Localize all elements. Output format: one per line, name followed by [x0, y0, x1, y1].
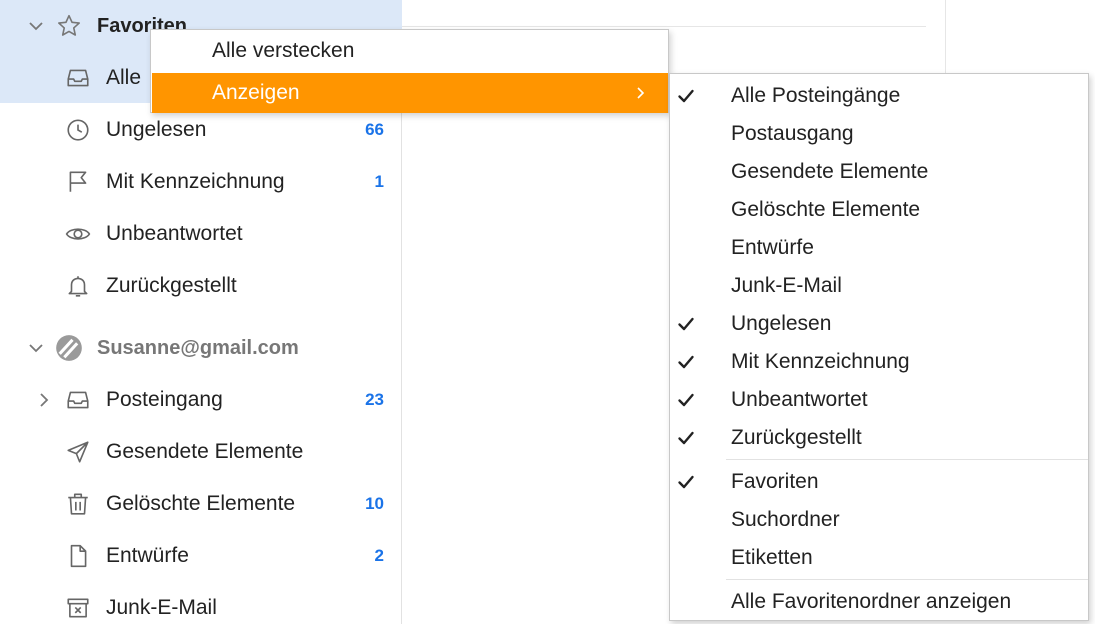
- submenu-item-label: Postausgang: [731, 122, 854, 145]
- show-submenu: Alle Posteingänge Postausgang Gesendete …: [669, 73, 1089, 621]
- sidebar-item-label: Gesendete Elemente: [106, 440, 304, 463]
- account-icon: [55, 334, 83, 362]
- inbox-count-badge: 23: [365, 390, 384, 409]
- sidebar-item-label: Gelöschte Elemente: [106, 492, 296, 515]
- sidebar-item-label: Mit Kennzeichnung: [106, 170, 285, 193]
- checkmark-icon: [676, 276, 696, 296]
- chevron-right-icon: [630, 83, 650, 103]
- menu-item-show[interactable]: Anzeigen: [152, 73, 668, 113]
- checkmark-icon: [676, 86, 696, 106]
- deleted-count-badge: 10: [365, 494, 384, 513]
- menu-item-label: Anzeigen: [212, 81, 300, 104]
- submenu-item-label: Entwürfe: [731, 236, 814, 259]
- checkmark-icon: [676, 592, 696, 612]
- submenu-item-search-folders[interactable]: Suchordner: [670, 501, 1088, 539]
- submenu-item-label: Mit Kennzeichnung: [731, 350, 910, 373]
- inbox-icon: [64, 386, 92, 414]
- submenu-item-favorites[interactable]: Favoriten: [670, 463, 1088, 501]
- menu-item-label: Alle verstecken: [212, 39, 355, 62]
- menu-item-hide-all[interactable]: Alle verstecken: [152, 31, 668, 71]
- checkmark-icon: [676, 200, 696, 220]
- submenu-item-labels[interactable]: Etiketten: [670, 539, 1088, 577]
- clock-icon: [64, 116, 92, 144]
- sidebar-item-deleted[interactable]: Gelöschte Elemente 10: [0, 478, 402, 530]
- group-account-label: Susanne@gmail.com: [97, 336, 299, 359]
- submenu-item-unanswered[interactable]: Unbeantwortet: [670, 381, 1088, 419]
- checkmark-icon: [676, 238, 696, 258]
- sidebar-item-label: Entwürfe: [106, 544, 189, 567]
- sidebar-item-inbox[interactable]: Posteingang 23: [0, 374, 402, 426]
- submenu-item-flagged[interactable]: Mit Kennzeichnung: [670, 343, 1088, 381]
- submenu-separator: [726, 579, 1088, 580]
- submenu-item-show-all-favorites[interactable]: Alle Favoritenordner anzeigen: [670, 583, 1088, 621]
- checkmark-icon: [676, 352, 696, 372]
- submenu-item-sent[interactable]: Gesendete Elemente: [670, 153, 1088, 191]
- submenu-item-all-inboxes[interactable]: Alle Posteingänge: [670, 77, 1088, 115]
- checkmark-icon: [676, 428, 696, 448]
- sidebar-item-label: Unbeantwortet: [106, 222, 243, 245]
- group-account[interactable]: Susanne@gmail.com: [0, 322, 402, 374]
- content-divider: [402, 26, 926, 27]
- checkmark-icon: [676, 510, 696, 530]
- sidebar-item-drafts[interactable]: Entwürfe 2: [0, 530, 402, 582]
- checkmark-icon: [676, 124, 696, 144]
- submenu-item-unread[interactable]: Ungelesen: [670, 305, 1088, 343]
- sidebar-item-label: Ungelesen: [106, 118, 207, 141]
- checkmark-icon: [676, 162, 696, 182]
- submenu-item-label: Gelöschte Elemente: [731, 198, 921, 221]
- document-icon: [64, 542, 92, 570]
- submenu-item-deleted[interactable]: Gelöschte Elemente: [670, 191, 1088, 229]
- sidebar-item-snoozed[interactable]: Zurückgestellt: [0, 260, 402, 312]
- submenu-item-label: Alle Favoritenordner anzeigen: [731, 590, 1012, 613]
- sidebar-item-label: Alle: [106, 66, 142, 89]
- bell-icon: [64, 272, 92, 300]
- submenu-item-label: Junk-E-Mail: [731, 274, 842, 297]
- sidebar-item-label: Junk-E-Mail: [106, 596, 217, 619]
- submenu-item-junk[interactable]: Junk-E-Mail: [670, 267, 1088, 305]
- submenu-item-snoozed[interactable]: Zurückgestellt: [670, 419, 1088, 457]
- chevron-down-icon[interactable]: [26, 338, 46, 358]
- context-menu: Alle verstecken Anzeigen: [150, 29, 669, 113]
- submenu-item-label: Suchordner: [731, 508, 840, 531]
- submenu-item-label: Alle Posteingänge: [731, 84, 901, 107]
- inbox-icon: [64, 64, 92, 92]
- sidebar-item-label: Posteingang: [106, 388, 223, 411]
- submenu-item-label: Zurückgestellt: [731, 426, 862, 449]
- sidebar-item-flagged[interactable]: Mit Kennzeichnung 1: [0, 156, 402, 208]
- sidebar-item-junk[interactable]: Junk-E-Mail: [0, 582, 402, 624]
- chevron-right-icon[interactable]: [34, 390, 54, 410]
- submenu-item-label: Ungelesen: [731, 312, 832, 335]
- flagged-count-badge: 1: [374, 172, 384, 191]
- checkmark-icon: [676, 314, 696, 334]
- star-icon: [55, 12, 83, 40]
- submenu-item-outbox[interactable]: Postausgang: [670, 115, 1088, 153]
- sidebar-item-unanswered[interactable]: Unbeantwortet: [0, 208, 402, 260]
- submenu-item-label: Favoriten: [731, 470, 819, 493]
- submenu-item-label: Gesendete Elemente: [731, 160, 929, 183]
- content-vertical-divider: [945, 0, 946, 75]
- submenu-separator: [726, 459, 1088, 460]
- drafts-count-badge: 2: [374, 546, 384, 565]
- send-icon: [64, 438, 92, 466]
- checkmark-icon: [676, 472, 696, 492]
- sidebar-item-sent[interactable]: Gesendete Elemente: [0, 426, 402, 478]
- checkmark-icon: [676, 390, 696, 410]
- sidebar-item-label: Zurückgestellt: [106, 274, 237, 297]
- eye-icon: [64, 220, 92, 248]
- trash-icon: [64, 490, 92, 518]
- submenu-item-drafts[interactable]: Entwürfe: [670, 229, 1088, 267]
- junk-icon: [64, 594, 92, 622]
- chevron-down-icon[interactable]: [26, 16, 46, 36]
- flag-icon: [64, 168, 92, 196]
- unread-count-badge: 66: [365, 120, 384, 139]
- submenu-item-label: Unbeantwortet: [731, 388, 868, 411]
- checkmark-icon: [676, 548, 696, 568]
- submenu-item-label: Etiketten: [731, 546, 813, 569]
